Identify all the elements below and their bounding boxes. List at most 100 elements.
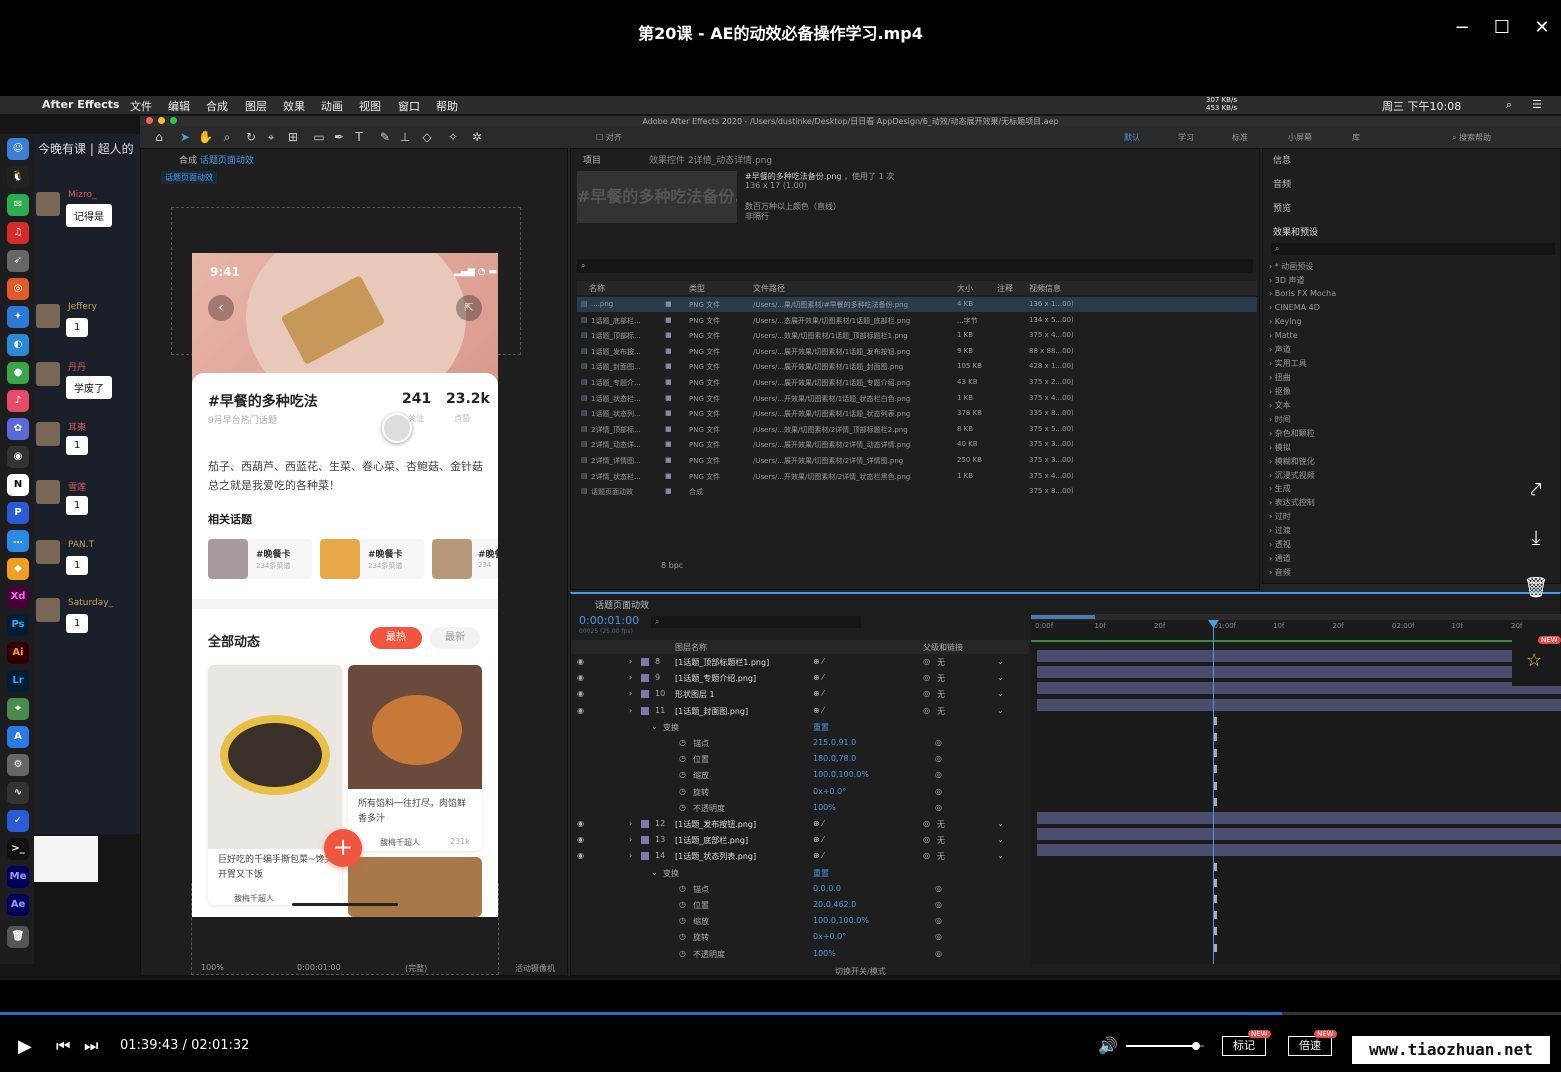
property-row[interactable]: ◷ 锚点 0.0,0.0 ◎ (571, 881, 1026, 897)
visibility-icon[interactable]: ◉ (577, 706, 584, 715)
after-effects-icon[interactable]: Ae (7, 894, 29, 916)
pickwhip-icon[interactable]: ◎ (935, 949, 942, 958)
property-row[interactable]: ◷ 缩放 100.0,100.0% ◎ (571, 767, 1026, 783)
stopwatch-icon[interactable]: ◷ (679, 803, 686, 812)
zoom-tool-icon[interactable]: ⌕ (220, 130, 234, 144)
project-search-input[interactable]: ⌕ (577, 259, 1253, 273)
layer-row[interactable]: ◉ › 14 [1话题_状态列表.png] ⊕ ⁄ ◎ 无 ⌄ (571, 848, 1026, 864)
work-area-range[interactable] (1031, 615, 1095, 619)
expand-icon[interactable]: › (629, 851, 632, 860)
parent-pick-icon[interactable]: ◎ (923, 689, 930, 698)
lark-icon[interactable]: ✿ (7, 418, 29, 440)
delete-icon[interactable]: 🗑 (1519, 570, 1553, 604)
mark-button[interactable]: 标记 (1222, 1036, 1266, 1056)
roto-tool-icon[interactable]: ✧ (446, 130, 460, 144)
property-row[interactable]: ◷ 不透明度 100% ◎ (571, 946, 1026, 962)
property-value[interactable]: 100.0,100.0% (813, 916, 869, 925)
timeline-search-input[interactable]: ⌕ (651, 616, 861, 628)
label-color-icon[interactable] (641, 820, 649, 828)
maps-icon[interactable]: ⌖ (7, 698, 29, 720)
app-menu[interactable]: After Effects (42, 98, 119, 111)
chevron-down-icon[interactable]: ⌄ (997, 835, 1004, 844)
progress-track[interactable] (0, 1012, 1561, 1015)
messages-icon[interactable]: … (7, 530, 29, 552)
effects-category[interactable]: › CINEMA 4D (1269, 303, 1320, 312)
label-color-icon[interactable] (641, 658, 649, 666)
media-encoder-icon[interactable]: Me (7, 866, 29, 888)
photoshop-icon[interactable]: Ps (7, 614, 29, 636)
hand-tool-icon[interactable]: ✋ (198, 130, 213, 144)
effects-category[interactable]: › 音频 (1269, 567, 1291, 578)
tab-hot[interactable]: 最热 (370, 627, 422, 649)
back-icon[interactable]: ‹ (208, 295, 234, 321)
pickwhip-icon[interactable]: ◎ (935, 754, 942, 763)
zoom-select[interactable]: 100% (201, 963, 224, 972)
parent-select[interactable]: 无 (937, 657, 945, 668)
download-icon[interactable]: ⤓ (1519, 520, 1553, 554)
pickwhip-icon[interactable]: ◎ (935, 770, 942, 779)
chevron-down-icon[interactable]: ⌄ (997, 819, 1004, 828)
property-value[interactable]: 100.0,100.0% (813, 770, 869, 779)
clone-tool-icon[interactable]: ⊥ (398, 130, 412, 144)
stopwatch-icon[interactable]: ◷ (679, 932, 686, 941)
parent-select[interactable]: 无 (937, 835, 945, 846)
layer-bar[interactable] (1037, 844, 1561, 857)
project-row[interactable]: ▤ 2详情_详情图... ■ PNG 文件/Users/...展开效果/切图素材/2详… (577, 453, 1257, 468)
expand-icon[interactable]: ⌄ (651, 722, 658, 731)
stopwatch-icon[interactable]: ◷ (679, 916, 686, 925)
timeline-timecode[interactable]: 0:00:01:00 (579, 614, 639, 627)
visibility-icon[interactable]: ◉ (577, 689, 584, 698)
time-ruler[interactable]: 0:00f 10f 20f 01:00f 10f 20f 02:00f 10f 20f (1031, 622, 1561, 634)
chevron-down-icon[interactable]: ⌄ (997, 657, 1004, 666)
text-tool-icon[interactable]: T (352, 130, 366, 144)
chevron-down-icon[interactable]: ⌄ (997, 673, 1004, 682)
property-value[interactable]: 20.0,462.0 (813, 900, 856, 909)
menu-edit[interactable]: 编辑 (168, 98, 190, 114)
effects-search-input[interactable]: ⌕ (1271, 243, 1555, 255)
switches-icon[interactable]: ⊕ ⁄ (813, 835, 824, 844)
label-color-icon[interactable] (641, 836, 649, 845)
sketch-icon[interactable]: ◆ (7, 558, 29, 580)
workspace-library[interactable]: 库 (1352, 132, 1360, 143)
expand-icon[interactable]: › (629, 689, 632, 698)
menu-view[interactable]: 视图 (359, 98, 381, 114)
chevron-down-icon[interactable]: ⌄ (997, 706, 1004, 715)
pickwhip-icon[interactable]: ◎ (935, 916, 942, 925)
parent-pick-icon[interactable]: ◎ (923, 673, 930, 682)
next-icon[interactable]: ⏭ (84, 1036, 98, 1056)
safari-icon[interactable]: ✦ (7, 306, 29, 328)
volume-slider[interactable] (1126, 1042, 1204, 1050)
project-row[interactable]: ▤ 2详情_顶部标... ■ PNG 文件/Users/...效果/切图素材/2详情_… (577, 422, 1257, 437)
video-frame[interactable]: After Effects 文件 编辑 合成 图层 效果 动画 视图 窗口 帮助… (0, 96, 1561, 980)
project-row[interactable]: ▤ 1话题_顶部标... ■ PNG 文件/Users/...效果/切图素材/1话题_… (577, 328, 1257, 343)
related-card[interactable]: #晚餐卡 234条菜谱 (320, 539, 424, 579)
timeline-graph[interactable]: 0:00f 10f 20f 01:00f 10f 20f 02:00f 10f 20f (1031, 614, 1561, 964)
layer-bar[interactable] (1037, 812, 1561, 824)
label-color-icon[interactable] (641, 690, 649, 699)
pickwhip-icon[interactable]: ◎ (935, 884, 942, 893)
playhead[interactable] (1213, 620, 1214, 964)
feed-card[interactable]: 所有馅料一往打尽，肉馅鲜香多汁 馥梅千超人 231k (348, 665, 482, 851)
property-row[interactable]: ◷ 旋转 0x+0.0° ◎ (571, 929, 1026, 945)
camera-tool-icon[interactable]: ⌖ (264, 130, 278, 144)
chevron-down-icon[interactable]: ⌄ (997, 851, 1004, 860)
effects-category[interactable]: › Keying (1269, 317, 1302, 326)
tasks-icon[interactable]: ✓ (7, 810, 29, 832)
parent-pick-icon[interactable]: ◎ (923, 835, 930, 844)
menu-layer[interactable]: 图层 (245, 98, 267, 114)
property-row[interactable]: ◷ 位置 20.0,462.0 ◎ (571, 897, 1026, 913)
effects-category[interactable]: › 通道 (1269, 553, 1291, 564)
illustrator-icon[interactable]: Ai (7, 642, 29, 664)
effects-category[interactable]: › 实用工具 (1269, 358, 1307, 369)
xd-icon[interactable]: Xd (7, 586, 29, 608)
switches-icon[interactable]: ⊕ ⁄ (813, 689, 824, 698)
layer-row[interactable]: ◉ › 10 形状图层 1 ⊕ ⁄ ◎ 无 ⌄ (571, 686, 1026, 702)
speed-button[interactable]: 倍速 (1288, 1036, 1332, 1056)
menu-composition[interactable]: 合成 (206, 98, 228, 114)
comp-subtab[interactable]: 话题页面动效 (161, 171, 217, 184)
property-value[interactable]: 0x+0.0° (813, 787, 846, 796)
parent-pick-icon[interactable]: ◎ (923, 819, 930, 828)
pickwhip-icon[interactable]: ◎ (935, 803, 942, 812)
p-app-icon[interactable]: P (7, 502, 29, 524)
menu-file[interactable]: 文件 (130, 98, 152, 114)
